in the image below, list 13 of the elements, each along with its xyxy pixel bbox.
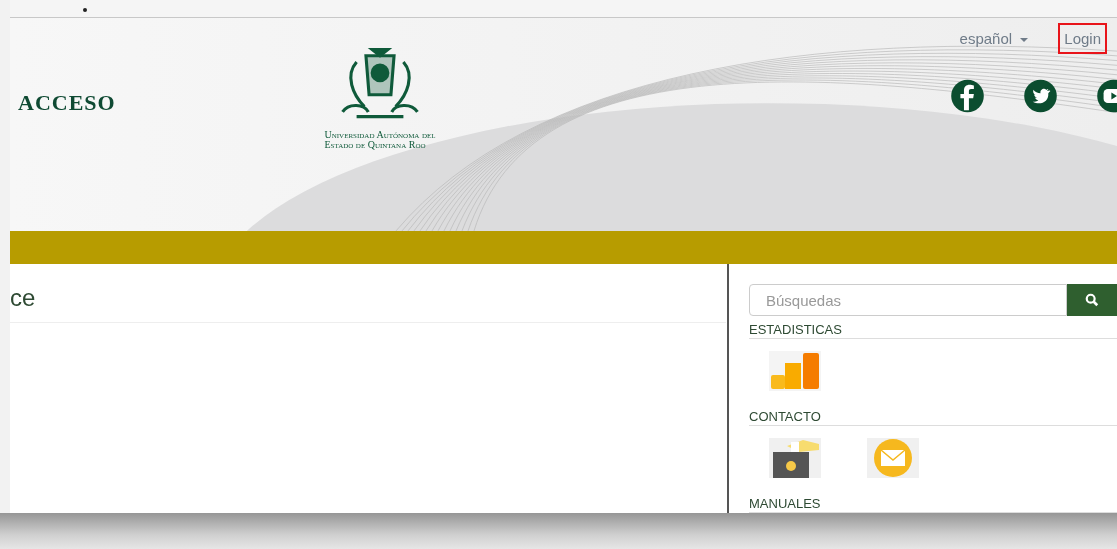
page-title: ACCESO: [18, 90, 116, 115]
suggestion-box-icon[interactable]: [769, 438, 821, 478]
dot-mark: [83, 8, 87, 12]
language-dropdown[interactable]: español: [959, 30, 1029, 47]
search-field[interactable]: Búsquedas: [749, 284, 1067, 316]
section-title: ESTADISTICAS: [749, 322, 1117, 339]
section-title: CONTACTO: [749, 409, 1117, 426]
caret-icon: [1020, 38, 1029, 43]
university-name: Universidad Autónoma del Estado de Quintana Roo: [324, 130, 436, 150]
login-link[interactable]: Login: [1058, 23, 1107, 54]
search-icon: [1085, 293, 1099, 307]
section-heading: ce: [10, 264, 726, 323]
search-button[interactable]: [1067, 284, 1117, 316]
